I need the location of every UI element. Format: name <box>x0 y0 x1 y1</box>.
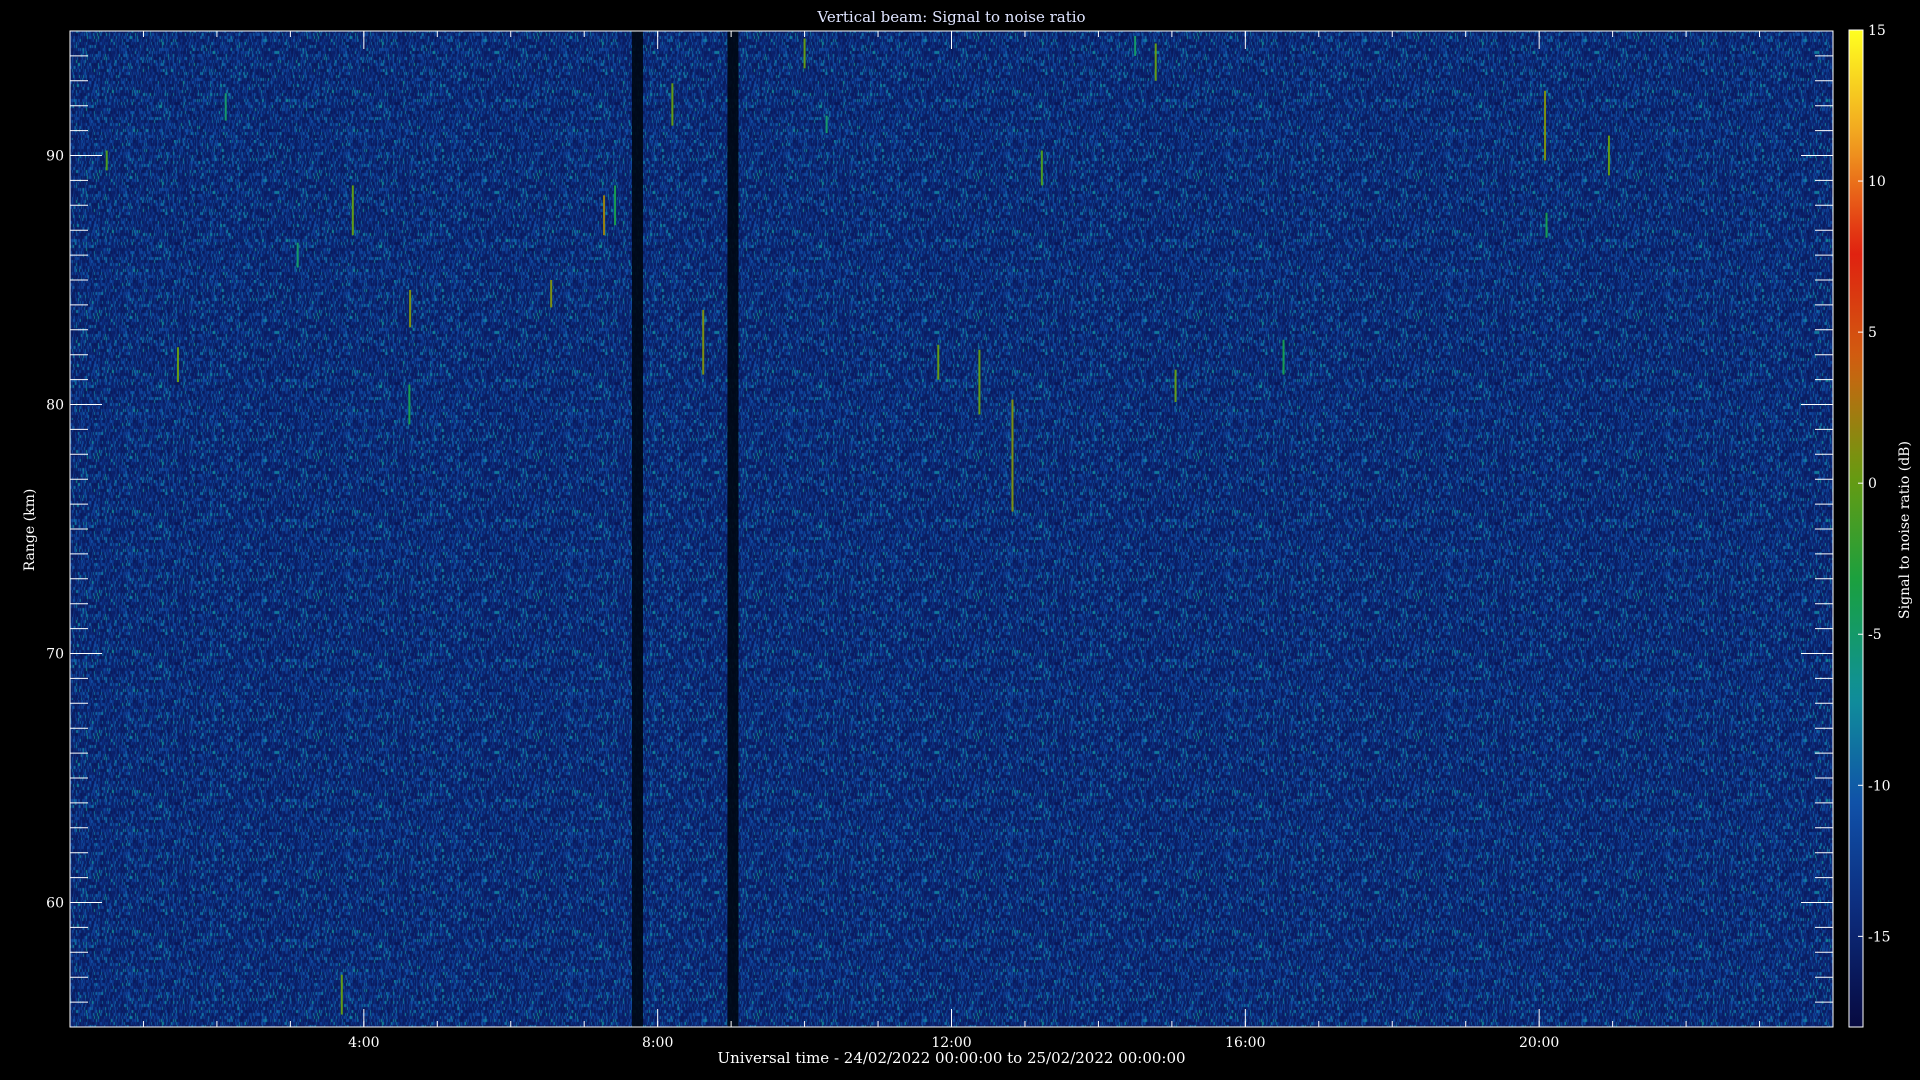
echo-mark <box>296 242 299 268</box>
echo-mark <box>351 185 354 236</box>
y-tick-label: 70 <box>46 647 64 663</box>
echo-mark <box>1011 399 1014 512</box>
y-tick-label: 80 <box>46 398 64 414</box>
snr-heatmap-chart: 4:00 8:00 12:00 16:00 20:00 60 70 80 90 15 10 5 0 -5… <box>46 23 1891 1051</box>
colorbar-tick-label: 0 <box>1868 476 1877 492</box>
data-gap-band <box>631 31 643 1027</box>
colorbar-tick-label: 5 <box>1868 325 1877 341</box>
echo-mark <box>803 38 806 69</box>
echo-mark <box>1154 43 1157 81</box>
x-tick-label: 8:00 <box>642 1035 673 1051</box>
echo-mark <box>1544 90 1547 161</box>
heatmap-background <box>70 31 1833 1027</box>
heatmap-area <box>70 31 1833 1027</box>
echo-mark <box>1282 339 1285 375</box>
y-tick-label: 90 <box>46 149 64 165</box>
echo-mark <box>550 280 553 308</box>
colorbar-tick-label: 10 <box>1868 174 1886 190</box>
x-tick-label: 4:00 <box>348 1035 379 1051</box>
echo-mark <box>1607 135 1610 176</box>
echo-mark <box>825 115 828 134</box>
echo-mark <box>1040 150 1043 186</box>
colorbar-tick-label: 15 <box>1868 23 1886 39</box>
x-tick-label: 20:00 <box>1519 1035 1559 1051</box>
colorbar-tick-label: -15 <box>1868 929 1891 945</box>
echo-mark <box>1134 35 1137 56</box>
echo-mark <box>408 384 411 425</box>
echo-mark <box>1174 369 1177 403</box>
colorbar-bar <box>1848 29 1864 1028</box>
echo-mark <box>409 289 412 328</box>
echo-mark <box>603 195 606 236</box>
echo-mark <box>614 185 617 226</box>
echo-mark <box>224 93 227 121</box>
echo-mark <box>340 974 343 1015</box>
x-tick-label: 16:00 <box>1225 1035 1265 1051</box>
colorbar-tick-label: -10 <box>1868 778 1891 794</box>
y-tick-label: 60 <box>46 896 64 912</box>
echo-mark <box>937 344 940 380</box>
colorbar-tick-label: -5 <box>1868 627 1882 643</box>
echo-mark <box>671 83 674 126</box>
colorbar: 15 10 5 0 -5 -10 -15 <box>1848 23 1891 1028</box>
data-gap-band <box>727 31 739 1027</box>
echo-mark <box>1545 212 1548 238</box>
echo-mark <box>978 349 981 415</box>
echo-mark <box>176 347 179 383</box>
echo-mark <box>702 309 705 375</box>
echo-mark <box>105 150 108 171</box>
x-tick-label: 12:00 <box>931 1035 971 1051</box>
